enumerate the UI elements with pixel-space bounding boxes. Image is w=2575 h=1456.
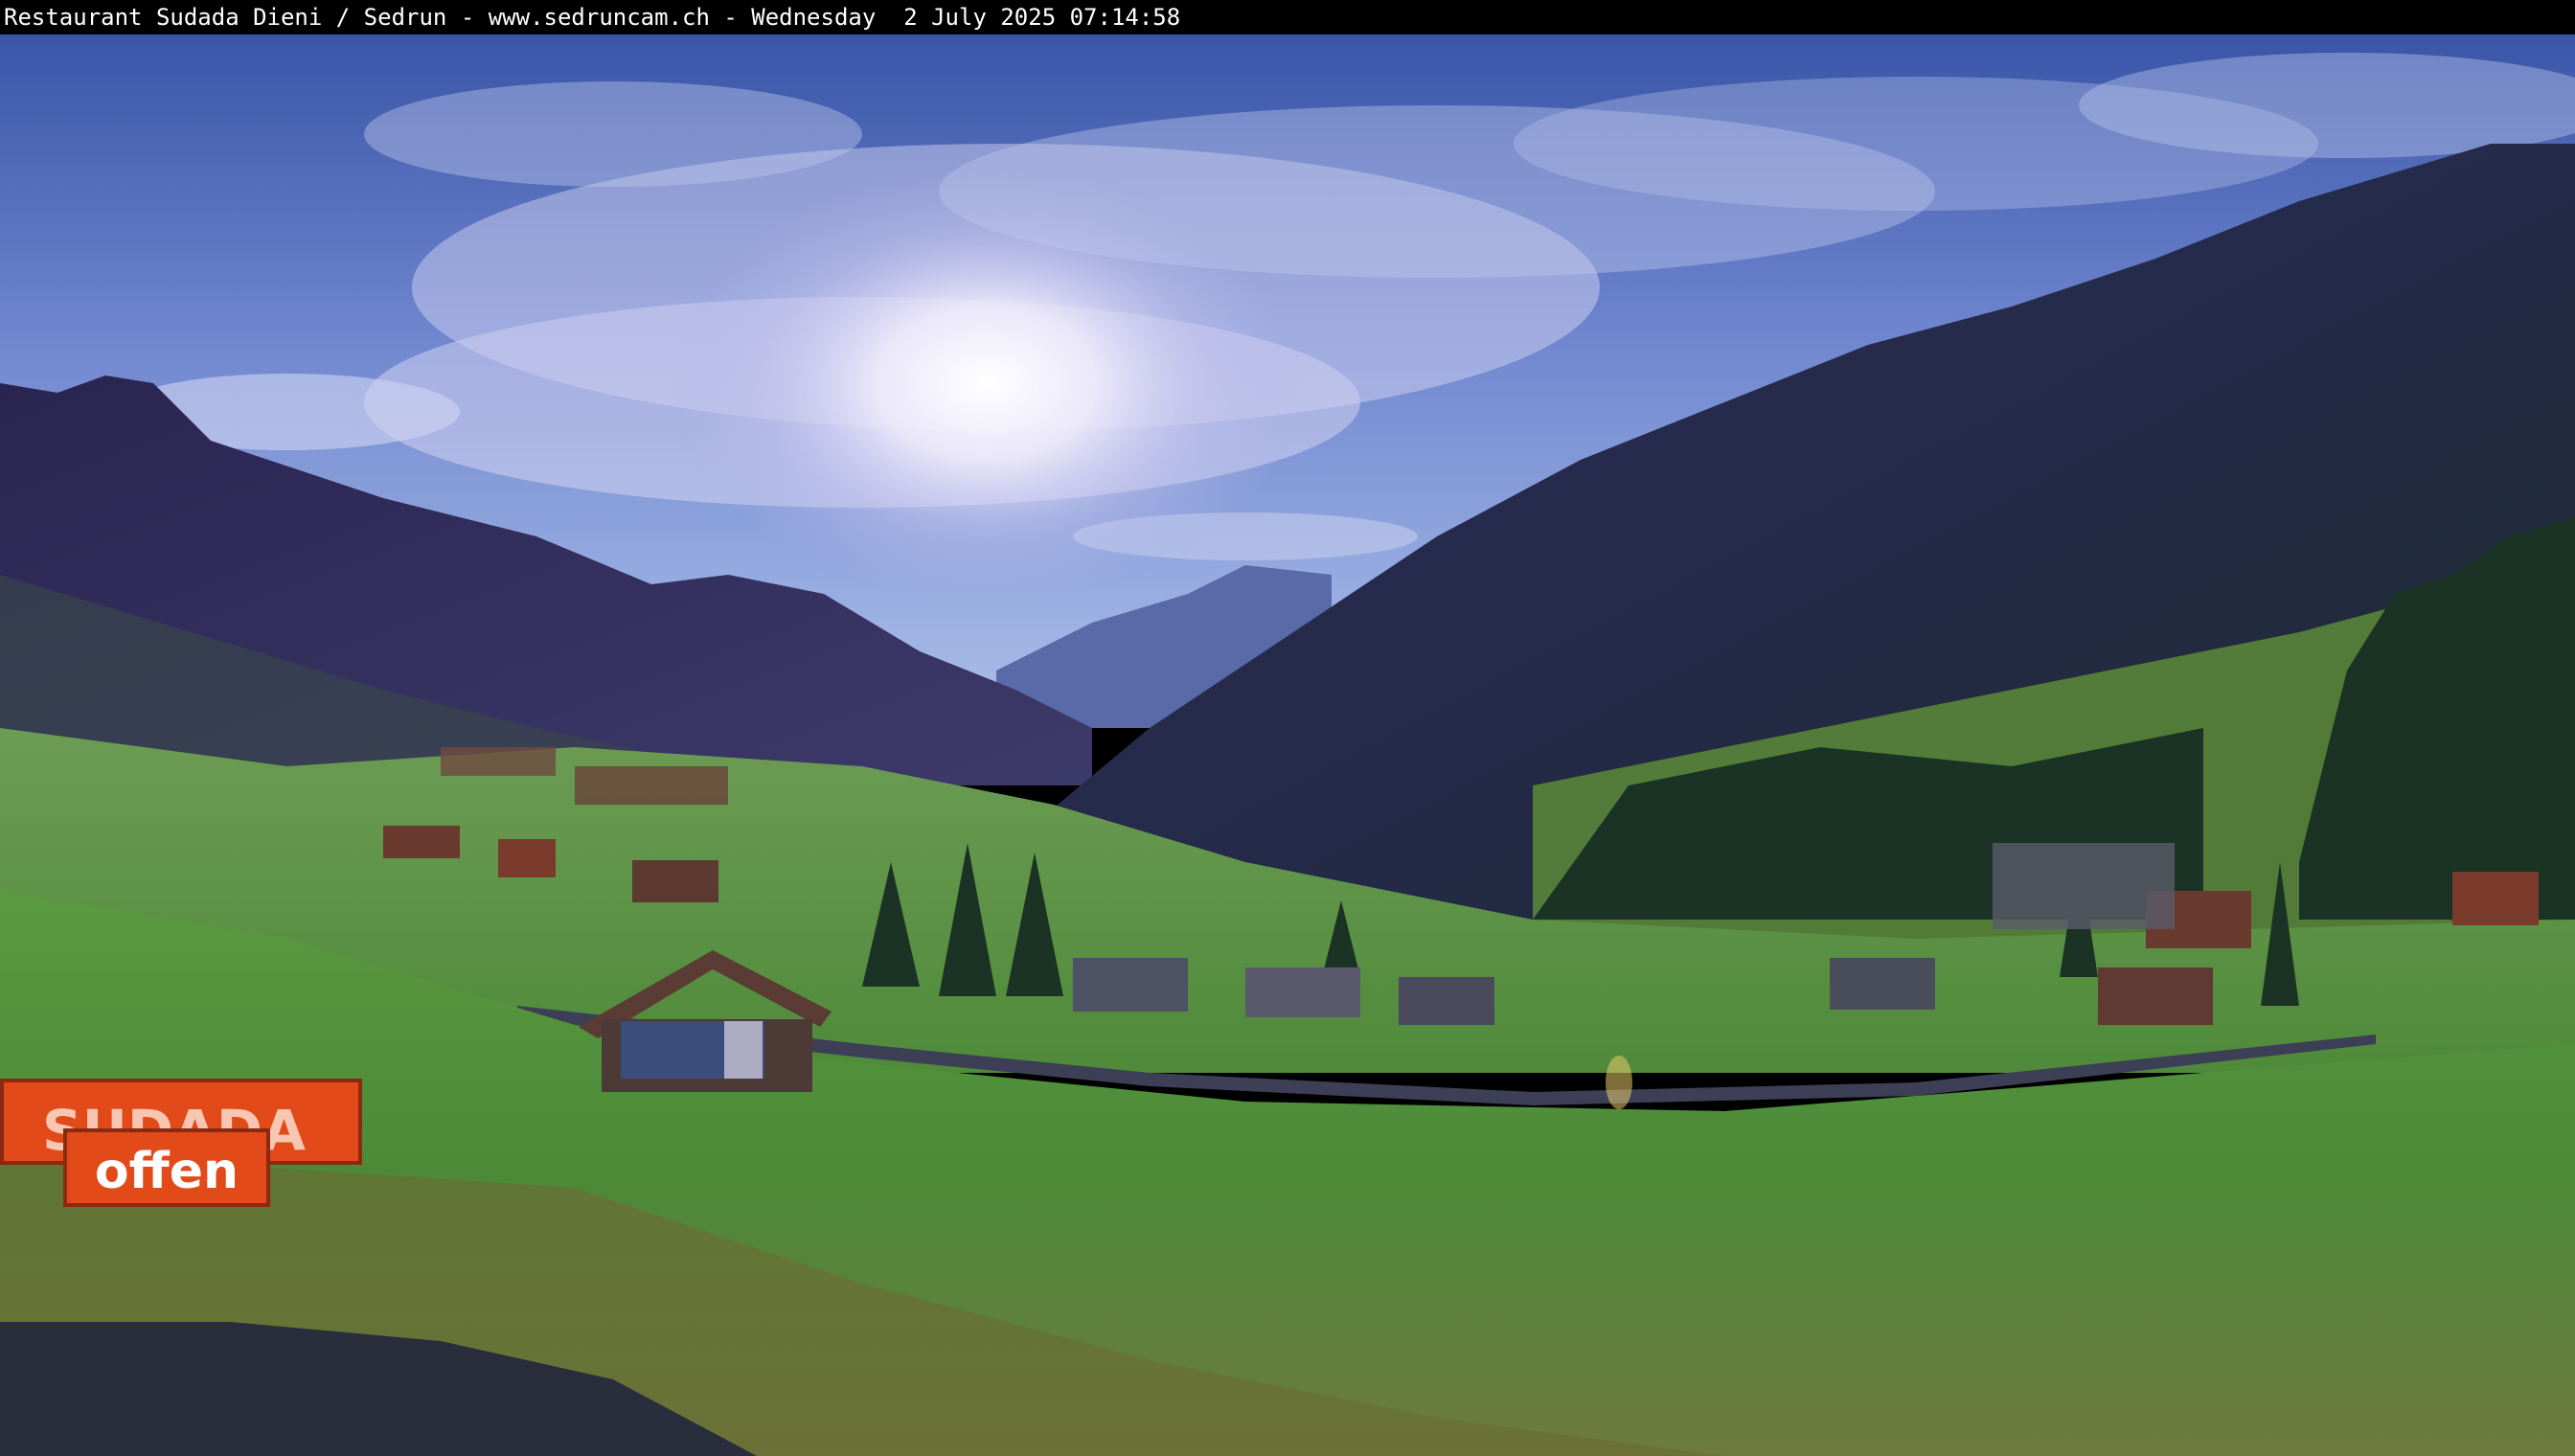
- open-sign: offen: [63, 1128, 270, 1207]
- webcam-frame: Restaurant Sudada Dieni / Sedrun - www.s…: [0, 0, 2575, 1456]
- lens-flare: [1606, 1056, 1632, 1109]
- webcam-scene: SUDADA offen: [0, 34, 2575, 1456]
- caption-text: Restaurant Sudada Dieni / Sedrun - www.s…: [4, 4, 1181, 31]
- sun-glare: [671, 163, 1303, 603]
- sign-status: offen: [95, 1143, 239, 1200]
- caption-bar: Restaurant Sudada Dieni / Sedrun - www.s…: [0, 0, 2575, 34]
